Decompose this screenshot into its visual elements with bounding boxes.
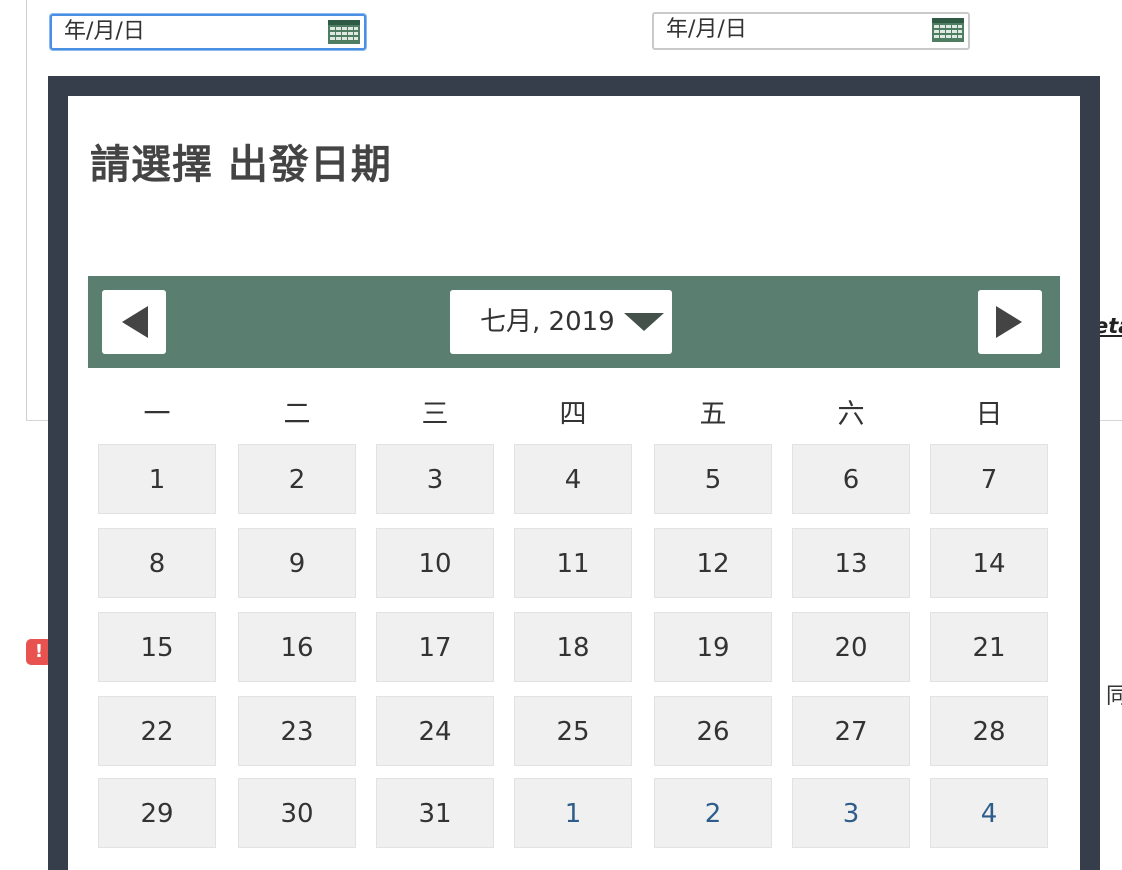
weekday-label: 六 [837,399,865,430]
day-cell[interactable]: 2 [238,444,356,514]
day-cell[interactable]: 10 [376,528,494,598]
weekday-label: 三 [421,399,449,430]
day-cell[interactable]: 6 [792,444,910,514]
dropdown-arrow-icon [624,313,664,331]
day-cell[interactable]: 15 [98,612,216,682]
return-date-input[interactable]: 年/月/日 [652,12,970,50]
calendar-icon[interactable] [932,18,964,42]
weekday-label: 四 [559,399,587,430]
day-cell[interactable]: 9 [238,528,356,598]
next-month-button[interactable] [978,290,1042,354]
day-cell[interactable]: 4 [514,444,632,514]
prev-month-button[interactable] [102,290,166,354]
weekday-label: 五 [699,399,727,430]
day-cell-next-month[interactable]: 1 [514,778,632,848]
day-cell[interactable]: 19 [654,612,772,682]
weekday-label: 日 [975,399,1003,430]
day-cell[interactable]: 23 [238,696,356,766]
background-text: 同 [1106,684,1122,709]
day-cell[interactable]: 20 [792,612,910,682]
calendar-icon[interactable] [328,20,360,44]
day-cell[interactable]: 3 [376,444,494,514]
day-cell[interactable]: 30 [238,778,356,848]
arrow-right-icon [996,306,1022,338]
departure-date-input[interactable]: 年/月/日 [50,14,366,50]
day-cell[interactable]: 26 [654,696,772,766]
page-border-line [26,0,27,420]
modal-title: 請選擇 出發日期 [90,142,392,188]
calendar-header: 七月, 2019 [88,276,1060,368]
day-cell[interactable]: 14 [930,528,1048,598]
month-year-select[interactable]: 七月, 2019 [450,290,672,354]
weekday-label: 二 [283,399,311,430]
day-cell[interactable]: 29 [98,778,216,848]
month-year-label: 七月, 2019 [480,307,615,337]
day-cell[interactable]: 5 [654,444,772,514]
day-cell[interactable]: 7 [930,444,1048,514]
day-cell-next-month[interactable]: 3 [792,778,910,848]
day-cell[interactable]: 24 [376,696,494,766]
date-picker-modal: 請選擇 出發日期 七月, 2019 一二三四五六日 1 2 3 4 5 6 7 8 9 10 11 1… [48,76,1100,870]
day-cell[interactable]: 11 [514,528,632,598]
day-cell-next-month[interactable]: 4 [930,778,1048,848]
weekday-label: 一 [143,399,171,430]
day-cell[interactable]: 16 [238,612,356,682]
date-picker-panel: 請選擇 出發日期 七月, 2019 一二三四五六日 1 2 3 4 5 6 7 8 9 10 11 1… [68,96,1080,870]
day-cell[interactable]: 18 [514,612,632,682]
return-date-placeholder: 年/月/日 [666,17,747,42]
arrow-left-icon [122,306,148,338]
day-cell[interactable]: 8 [98,528,216,598]
day-cell[interactable]: 27 [792,696,910,766]
day-cell[interactable]: 12 [654,528,772,598]
day-cell[interactable]: 13 [792,528,910,598]
day-cell[interactable]: 22 [98,696,216,766]
day-cell[interactable]: 1 [98,444,216,514]
day-cell[interactable]: 21 [930,612,1048,682]
day-cell[interactable]: 17 [376,612,494,682]
day-cell[interactable]: 28 [930,696,1048,766]
day-cell[interactable]: 31 [376,778,494,848]
departure-date-placeholder: 年/月/日 [64,19,145,44]
day-cell[interactable]: 25 [514,696,632,766]
day-cell-next-month[interactable]: 2 [654,778,772,848]
